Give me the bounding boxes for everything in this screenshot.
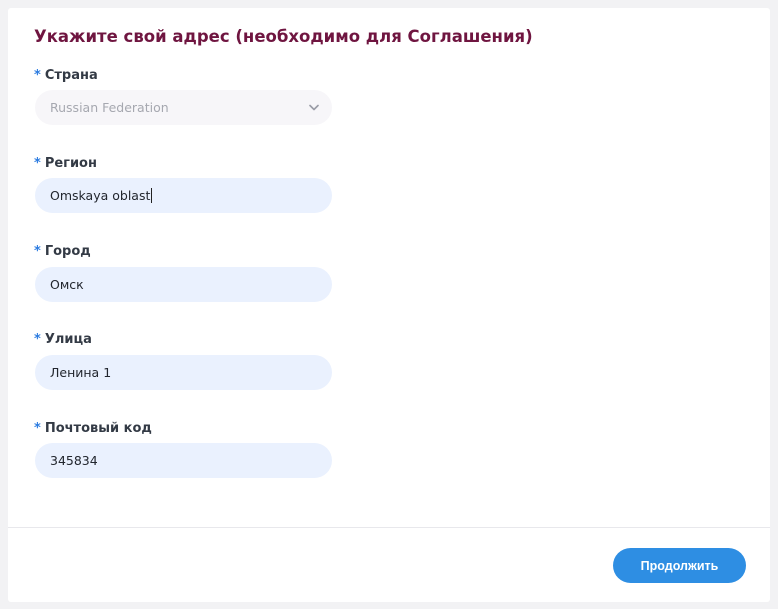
street-label-text: Улица xyxy=(44,332,92,347)
street-input[interactable]: Ленина 1 xyxy=(35,355,332,390)
city-input[interactable]: Омск xyxy=(35,267,332,302)
required-mark: * xyxy=(34,156,41,171)
address-card: Укажите свой адрес (необходимо для Согла… xyxy=(8,8,770,602)
country-label: * Страна xyxy=(34,68,98,83)
postal-code-label-text: Почтовый код xyxy=(44,421,152,436)
postal-code-input-value: 345834 xyxy=(50,453,98,468)
region-input[interactable]: Omskaya oblast xyxy=(35,178,332,213)
country-select[interactable]: Russian Federation xyxy=(35,90,332,125)
region-input-value: Omskaya oblast xyxy=(50,188,151,203)
required-mark: * xyxy=(34,332,41,347)
city-label-text: Город xyxy=(44,244,91,259)
chevron-down-icon xyxy=(308,102,320,114)
city-label: * Город xyxy=(34,244,91,259)
footer-divider xyxy=(8,527,770,528)
street-input-value: Ленина 1 xyxy=(50,365,112,380)
continue-button[interactable]: Продолжить xyxy=(613,548,746,583)
region-label-text: Регион xyxy=(44,156,97,171)
page-title: Укажите свой адрес (необходимо для Согла… xyxy=(34,27,533,46)
country-label-text: Страна xyxy=(44,68,98,83)
text-cursor xyxy=(151,188,153,203)
postal-code-input[interactable]: 345834 xyxy=(35,443,332,478)
region-label: * Регион xyxy=(34,156,97,171)
required-mark: * xyxy=(34,68,41,83)
street-label: * Улица xyxy=(34,332,92,347)
required-mark: * xyxy=(34,421,41,436)
city-input-value: Омск xyxy=(50,277,84,292)
postal-code-label: * Почтовый код xyxy=(34,421,152,436)
country-select-value: Russian Federation xyxy=(50,100,169,115)
required-mark: * xyxy=(34,244,41,259)
